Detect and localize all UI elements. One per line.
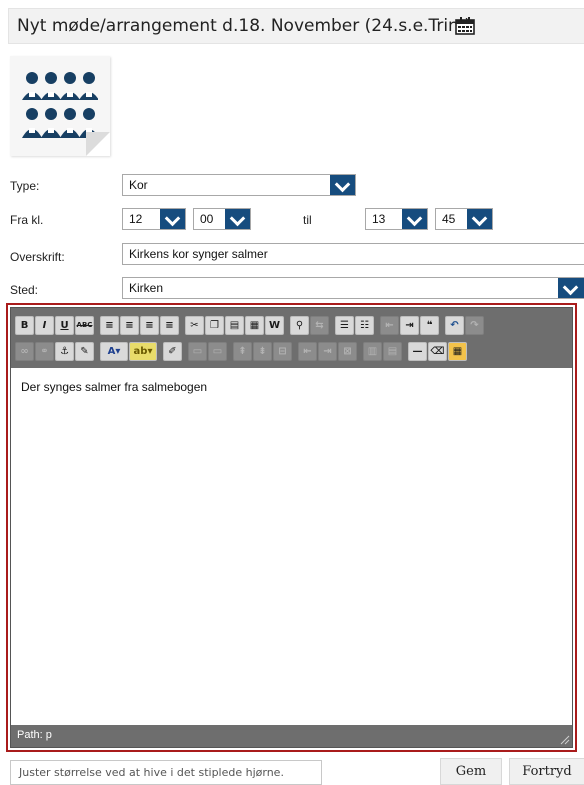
- type-select[interactable]: Kor: [122, 174, 356, 196]
- from-label: Fra kl.: [10, 213, 44, 227]
- insert-col-after-icon[interactable]: ⇥: [318, 341, 337, 361]
- toolbar-row-2: ∞ ⚭ ⚓ ✎ A▾ ab▾ ✐ ▭ ▭ ⇞ ⇟ ⊟ ⇤ ⇥ ⊠ ▥ ▤ — ⌫…: [15, 340, 468, 362]
- insert-row-after-icon[interactable]: ⇟: [253, 341, 272, 361]
- insert-row-before-icon[interactable]: ⇞: [233, 341, 252, 361]
- merge-cells-icon[interactable]: ▤: [383, 341, 402, 361]
- editor-statusbar: Path: p: [11, 725, 572, 747]
- chevron-down-icon[interactable]: [330, 175, 355, 195]
- bold-icon[interactable]: B: [15, 315, 34, 335]
- copy-icon[interactable]: ❐: [205, 315, 224, 335]
- toolbar-row-1: B I U ABC ≡ ≡ ≡ ≡ ✂ ❐ ▤ ▦ W ⚲ ⇆ ☰ ☷ ⇤ ⇥ …: [15, 314, 485, 336]
- outdent-icon[interactable]: ⇤: [380, 315, 399, 335]
- table-row-props-icon[interactable]: ▭: [188, 341, 207, 361]
- cleanup-icon[interactable]: ✎: [75, 341, 94, 361]
- anchor-icon[interactable]: ⚓: [55, 341, 74, 361]
- to-minute-select[interactable]: 45: [435, 208, 493, 230]
- blockquote-icon[interactable]: ❝: [420, 315, 439, 335]
- editor-highlight-frame: B I U ABC ≡ ≡ ≡ ≡ ✂ ❐ ▤ ▦ W ⚲ ⇆ ☰ ☷ ⇤ ⇥ …: [6, 303, 577, 752]
- paste-icon[interactable]: ▤: [225, 315, 244, 335]
- paste-word-icon[interactable]: W: [265, 315, 284, 335]
- from-hour-value: 12: [129, 212, 143, 226]
- type-value: Kor: [129, 178, 148, 192]
- to-minute-value: 45: [442, 212, 456, 226]
- to-hour-value: 13: [372, 212, 386, 226]
- resize-handle-icon[interactable]: [558, 733, 570, 745]
- page-curl: [86, 132, 110, 156]
- delete-col-icon[interactable]: ⊠: [338, 341, 357, 361]
- indent-icon[interactable]: ⇥: [400, 315, 419, 335]
- link-icon[interactable]: ∞: [15, 341, 34, 361]
- font-color-icon[interactable]: A▾: [100, 341, 128, 361]
- edit-css-icon[interactable]: ✐: [163, 341, 182, 361]
- bullet-list-icon[interactable]: ☰: [335, 315, 354, 335]
- editor-toolbar: B I U ABC ≡ ≡ ≡ ≡ ✂ ❐ ▤ ▦ W ⚲ ⇆ ☰ ☷ ⇤ ⇥ …: [11, 308, 572, 368]
- editor-path: Path: p: [17, 729, 52, 741]
- to-hour-select[interactable]: 13: [365, 208, 428, 230]
- paste-text-icon[interactable]: ▦: [245, 315, 264, 335]
- chevron-down-icon[interactable]: [160, 209, 185, 229]
- resize-hint: Juster størrelse ved at hive i det stipl…: [10, 760, 322, 785]
- redo-icon[interactable]: ↷: [465, 315, 484, 335]
- chevron-down-icon[interactable]: [225, 209, 250, 229]
- place-value: Kirken: [129, 281, 164, 295]
- italic-icon[interactable]: I: [35, 315, 54, 335]
- from-minute-select[interactable]: 00: [193, 208, 251, 230]
- place-label: Sted:: [10, 283, 39, 297]
- unlink-icon[interactable]: ⚭: [35, 341, 54, 361]
- align-center-icon[interactable]: ≡: [120, 315, 139, 335]
- align-right-icon[interactable]: ≡: [140, 315, 159, 335]
- find-icon[interactable]: ⚲: [290, 315, 309, 335]
- choir-tile: [10, 56, 110, 156]
- editor-content-text[interactable]: Der synges salmer fra salmebogen: [21, 380, 207, 394]
- insert-col-before-icon[interactable]: ⇤: [298, 341, 317, 361]
- align-left-icon[interactable]: ≡: [100, 315, 119, 335]
- table-icon[interactable]: ▦: [448, 341, 467, 361]
- rich-text-editor: B I U ABC ≡ ≡ ≡ ≡ ✂ ❐ ▤ ▦ W ⚲ ⇆ ☰ ☷ ⇤ ⇥ …: [10, 307, 573, 748]
- align-justify-icon[interactable]: ≡: [160, 315, 179, 335]
- chevron-down-icon[interactable]: [402, 209, 427, 229]
- place-select[interactable]: Kirken: [122, 277, 584, 299]
- table-cell-props-icon[interactable]: ▭: [208, 341, 227, 361]
- calendar-icon[interactable]: [455, 17, 475, 35]
- split-cells-icon[interactable]: ▥: [363, 341, 382, 361]
- delete-row-icon[interactable]: ⊟: [273, 341, 292, 361]
- heading-value: Kirkens kor synger salmer: [129, 247, 268, 261]
- horizontal-rule-icon[interactable]: —: [408, 341, 427, 361]
- eraser-icon[interactable]: ⌫: [428, 341, 447, 361]
- cut-icon[interactable]: ✂: [185, 315, 204, 335]
- underline-icon[interactable]: U: [55, 315, 74, 335]
- chevron-down-icon[interactable]: [558, 278, 584, 298]
- save-button[interactable]: Gem: [440, 758, 502, 785]
- undo-icon[interactable]: ↶: [445, 315, 464, 335]
- from-hour-select[interactable]: 12: [122, 208, 186, 230]
- from-minute-value: 00: [200, 212, 214, 226]
- highlight-color-icon[interactable]: ab▾: [129, 341, 157, 361]
- header-bar: Nyt møde/arrangement d.18. November (24.…: [8, 8, 584, 44]
- to-label: til: [303, 213, 312, 227]
- editor-content-area[interactable]: Der synges salmer fra salmebogen: [11, 368, 572, 725]
- strikethrough-icon[interactable]: ABC: [75, 315, 94, 335]
- page-title: Nyt møde/arrangement d.18. November (24.…: [17, 16, 471, 36]
- numbered-list-icon[interactable]: ☷: [355, 315, 374, 335]
- heading-label: Overskrift:: [10, 250, 65, 264]
- heading-input[interactable]: Kirkens kor synger salmer: [122, 243, 584, 265]
- cancel-button[interactable]: Fortryd: [509, 758, 584, 785]
- replace-icon[interactable]: ⇆: [310, 315, 329, 335]
- chevron-down-icon[interactable]: [467, 209, 492, 229]
- type-label: Type:: [10, 179, 40, 193]
